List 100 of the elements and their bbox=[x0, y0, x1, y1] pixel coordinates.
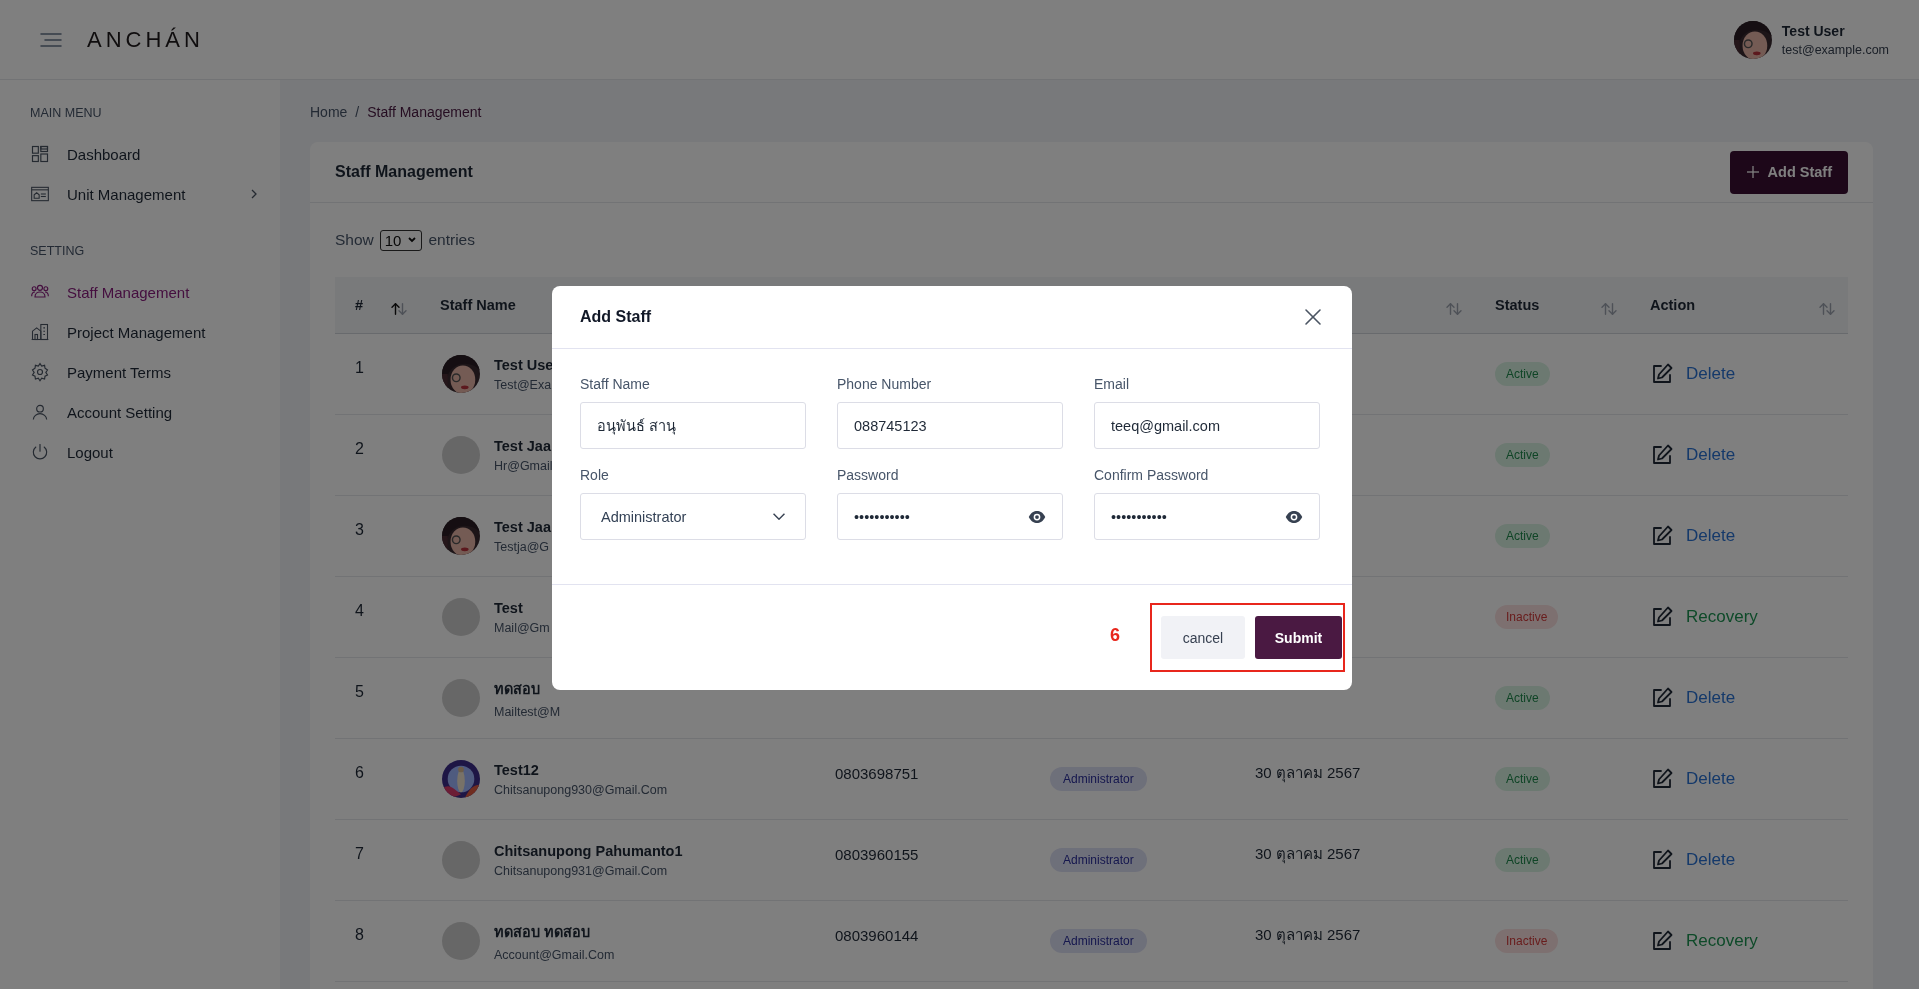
staff-email: Testja@G bbox=[494, 539, 551, 554]
close-icon[interactable] bbox=[1302, 306, 1324, 328]
edit-icon[interactable] bbox=[1650, 362, 1674, 386]
input-field[interactable]: อนุพันธ์ สานุ bbox=[580, 402, 806, 449]
created-date: 30 ตุลาคม 2567 bbox=[1255, 844, 1361, 866]
sidebar-item[interactable]: Payment Terms bbox=[30, 352, 280, 392]
status-badge: Inactive bbox=[1495, 929, 1559, 953]
house-window-icon bbox=[30, 184, 50, 204]
staff-email: Mailtest@M bbox=[494, 705, 561, 719]
power-icon bbox=[30, 442, 50, 462]
role-badge: Administrator bbox=[1050, 767, 1147, 791]
user-name: Test User bbox=[1781, 22, 1846, 39]
row-number: 7 bbox=[355, 845, 364, 863]
delete-link[interactable]: Delete bbox=[1686, 688, 1736, 708]
staff-name: ทดสอบ bbox=[494, 680, 541, 699]
role-badge: Administrator bbox=[1050, 929, 1147, 953]
user-email: test@example.com bbox=[1781, 42, 1889, 57]
sort-icon[interactable] bbox=[390, 302, 408, 316]
entries-label: entries bbox=[428, 231, 475, 249]
row-number: 8 bbox=[355, 926, 364, 944]
row-number: 1 bbox=[355, 359, 364, 377]
field-label: Role bbox=[580, 467, 610, 483]
breadcrumb-separator: / bbox=[355, 104, 360, 120]
delete-link[interactable]: Delete bbox=[1686, 769, 1736, 789]
edit-icon[interactable] bbox=[1650, 524, 1674, 548]
sidebar-heading: SETTING bbox=[30, 244, 85, 258]
phone-number: 0803698751 bbox=[835, 764, 919, 782]
field-label: Phone Number bbox=[837, 376, 933, 392]
sidebar-item[interactable]: Logout bbox=[30, 432, 280, 472]
row-number: 2 bbox=[355, 440, 364, 458]
status-badge: Inactive bbox=[1495, 605, 1559, 629]
card-title: Staff Management bbox=[335, 163, 473, 181]
delete-link[interactable]: Delete bbox=[1686, 850, 1736, 870]
edit-icon[interactable] bbox=[1650, 848, 1674, 872]
recovery-link[interactable]: Recovery bbox=[1686, 607, 1758, 627]
staff-email: Test@Exa bbox=[494, 377, 553, 392]
submit-button[interactable]: Submit bbox=[1255, 616, 1342, 659]
delete-link[interactable]: Delete bbox=[1686, 445, 1736, 465]
field-label: Staff Name bbox=[580, 376, 651, 392]
status-badge: Active bbox=[1495, 848, 1550, 872]
add-staff-button[interactable]: Add Staff bbox=[1729, 150, 1848, 194]
row-number: 3 bbox=[355, 521, 364, 539]
staff-email: Account@Gmail.Com bbox=[494, 948, 615, 962]
recovery-link[interactable]: Recovery bbox=[1686, 931, 1758, 951]
staff-name: Chitsanupong Pahumanto1 bbox=[494, 842, 683, 859]
staff-name: Test bbox=[494, 599, 524, 616]
breadcrumb-link[interactable]: Home bbox=[310, 104, 348, 120]
row-number: 5 bbox=[355, 683, 364, 701]
staff-name: Test Jaa bbox=[494, 437, 552, 454]
password-field[interactable]: ••••••••••• bbox=[837, 493, 1063, 540]
column-header: Staff Name bbox=[440, 297, 516, 313]
edit-icon[interactable] bbox=[1650, 929, 1674, 953]
role-badge: Administrator bbox=[1050, 848, 1147, 872]
field-label: Email bbox=[1094, 376, 1130, 392]
person-icon bbox=[30, 402, 50, 422]
staff-email: Chitsanupong930@Gmail.Com bbox=[494, 782, 668, 797]
input-field[interactable]: 088745123 bbox=[837, 402, 1063, 449]
field-label: Confirm Password bbox=[1094, 467, 1210, 483]
row-number: 6 bbox=[355, 764, 364, 782]
password-field[interactable]: ••••••••••• bbox=[1094, 493, 1320, 540]
buildings-icon bbox=[30, 322, 50, 342]
column-header: Status bbox=[1495, 297, 1540, 313]
sidebar-item[interactable]: Account Setting bbox=[30, 392, 280, 432]
edit-icon[interactable] bbox=[1650, 686, 1674, 710]
caret-icon bbox=[407, 235, 418, 245]
cancel-button[interactable]: cancel bbox=[1161, 616, 1245, 659]
created-date: 30 ตุลาคม 2567 bbox=[1255, 763, 1361, 785]
staff-name: Test Use bbox=[494, 356, 554, 373]
delete-link[interactable]: Delete bbox=[1686, 364, 1736, 384]
edit-icon[interactable] bbox=[1650, 605, 1674, 629]
sidebar-item[interactable]: Unit Management bbox=[30, 174, 280, 214]
staff-email: Chitsanupong931@Gmail.Com bbox=[494, 863, 669, 878]
show-label: Show bbox=[335, 231, 374, 249]
status-badge: Active bbox=[1495, 443, 1550, 467]
created-date: 30 ตุลาคม 2567 bbox=[1255, 925, 1361, 947]
page-size-select[interactable]: 10 bbox=[379, 229, 423, 251]
sidebar-item[interactable]: Dashboard bbox=[30, 134, 280, 174]
sidebar-item[interactable]: Project Management bbox=[30, 312, 280, 352]
staff-email: Mail@Gm bbox=[494, 620, 550, 635]
field-label: Password bbox=[837, 467, 900, 483]
role-select[interactable]: Administrator bbox=[580, 493, 806, 540]
staff-name: Test Jaa bbox=[494, 518, 551, 535]
status-badge: Active bbox=[1495, 686, 1550, 710]
row-number: 4 bbox=[355, 602, 364, 620]
delete-link[interactable]: Delete bbox=[1686, 526, 1736, 546]
status-badge: Active bbox=[1495, 767, 1550, 791]
column-header: # bbox=[355, 297, 364, 313]
staff-name: Test12 bbox=[494, 761, 540, 778]
edit-icon[interactable] bbox=[1650, 443, 1674, 467]
plus-icon bbox=[1745, 165, 1760, 179]
staff-name: ทดสอบ ทดสอบ bbox=[494, 923, 592, 942]
logo[interactable]: ANCHÁN bbox=[87, 26, 204, 53]
dialog-title: Add Staff bbox=[580, 308, 652, 326]
sidebar-heading: MAIN MENU bbox=[30, 106, 102, 120]
column-header: Action bbox=[1650, 297, 1696, 313]
breadcrumb-current: Staff Management bbox=[367, 104, 482, 120]
annotation-number: 6 bbox=[1110, 625, 1120, 646]
sidebar-item[interactable]: Staff Management bbox=[30, 272, 280, 312]
edit-icon[interactable] bbox=[1650, 767, 1674, 791]
input-field[interactable]: teeq@gmail.com bbox=[1094, 402, 1320, 449]
